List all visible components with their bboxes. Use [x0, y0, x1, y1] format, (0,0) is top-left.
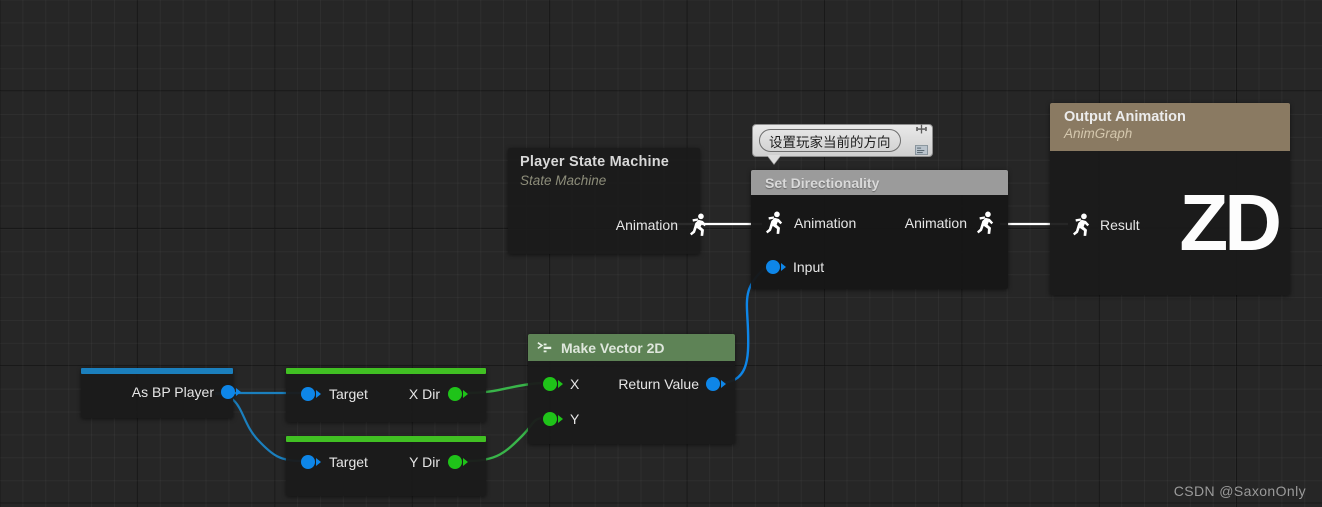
- node-accent-bar: [286, 368, 486, 374]
- pin-arrow-icon: [236, 388, 241, 396]
- pin-label: Target: [329, 454, 368, 470]
- node-subtitle: AnimGraph: [1064, 126, 1133, 142]
- input-pin-target[interactable]: Target: [301, 386, 368, 402]
- node-output-animation[interactable]: Output Animation AnimGraph Result ZD: [1050, 103, 1290, 295]
- pin-label: Target: [329, 386, 368, 402]
- input-pin-input[interactable]: Input: [766, 259, 824, 275]
- node-title: Player State Machine: [520, 154, 670, 170]
- input-pin-x[interactable]: X: [543, 376, 579, 392]
- pin-label: Input: [793, 259, 825, 275]
- output-pin-x-dir[interactable]: X Dir: [409, 386, 468, 402]
- node-title-bar: Set Directionality: [751, 170, 1008, 195]
- watermark: CSDN @SaxonOnly: [1173, 483, 1306, 499]
- note-icon[interactable]: [915, 142, 928, 160]
- pushpin-icon[interactable]: [915, 122, 928, 140]
- pin-arrow-icon: [316, 458, 321, 466]
- zd-logo: ZD: [1179, 178, 1282, 267]
- pin-arrow-icon: [721, 380, 726, 388]
- comment-bubble-pill[interactable]: 设置玩家当前的方向: [759, 129, 901, 152]
- comment-bubble-tail: [767, 155, 781, 164]
- data-pin-icon[interactable]: [706, 377, 720, 391]
- output-pin-animation[interactable]: Animation: [905, 210, 999, 236]
- node-make-vector-2d[interactable]: Make Vector 2D X Y Return Value: [528, 334, 735, 444]
- pin-arrow-icon: [558, 380, 563, 388]
- output-pin-y-dir[interactable]: Y Dir: [409, 454, 468, 470]
- pin-label: X: [570, 376, 580, 392]
- pin-label: Animation: [794, 215, 857, 231]
- node-accent-bar: [81, 368, 233, 374]
- pin-label: Animation: [615, 217, 678, 233]
- output-pin-as-bp-player[interactable]: As BP Player: [132, 384, 241, 400]
- pin-arrow-icon: [316, 390, 321, 398]
- input-pin-animation[interactable]: Animation: [762, 210, 856, 236]
- pin-arrow-icon: [463, 390, 468, 398]
- comment-bubble[interactable]: 设置玩家当前的方向: [752, 122, 933, 164]
- data-pin-icon[interactable]: [543, 377, 557, 391]
- input-pin-result[interactable]: Result: [1069, 212, 1140, 238]
- node-as-bp-player[interactable]: As BP Player: [81, 368, 241, 418]
- pin-label: As BP Player: [131, 384, 214, 400]
- node-set-directionality[interactable]: Set Directionality Animation Animation I…: [751, 170, 1008, 289]
- data-pin-icon[interactable]: [543, 412, 557, 426]
- pose-pin-icon: [973, 210, 999, 236]
- data-pin-icon[interactable]: [766, 260, 780, 274]
- pin-arrow-icon: [558, 415, 563, 423]
- node-title: Output Animation: [1064, 109, 1186, 125]
- node-player-state-machine[interactable]: Player State Machine State Machine Anima…: [508, 148, 707, 254]
- pin-label: Return Value: [618, 376, 699, 392]
- output-pin-animation[interactable]: Animation: [616, 212, 712, 238]
- node-subtitle: State Machine: [520, 172, 607, 188]
- pin-arrow-icon: [463, 458, 468, 466]
- node-x-dir-getter[interactable]: Target X Dir: [286, 368, 486, 422]
- comment-bubble-text: 设置玩家当前的方向: [769, 134, 891, 151]
- input-pin-y[interactable]: Y: [543, 411, 579, 427]
- node-title: Set Directionality: [765, 174, 880, 191]
- data-pin-icon[interactable]: [448, 387, 462, 401]
- output-pin-return-value[interactable]: Return Value: [618, 376, 726, 392]
- node-title-bar: Output Animation AnimGraph: [1050, 103, 1290, 151]
- pose-pin-icon: [1069, 212, 1095, 238]
- blueprint-graph-canvas[interactable]: Player State Machine State Machine Anima…: [0, 0, 1322, 507]
- node-y-dir-getter[interactable]: Target Y Dir: [286, 436, 486, 496]
- node-title-bar: Make Vector 2D: [528, 334, 735, 361]
- data-pin-icon[interactable]: [301, 387, 315, 401]
- make-struct-icon: [537, 341, 553, 355]
- data-pin-icon[interactable]: [221, 385, 235, 399]
- comment-bubble-icons[interactable]: [915, 122, 928, 160]
- pose-pin-icon: [762, 210, 788, 236]
- node-accent-bar: [286, 436, 486, 442]
- pin-label: Animation: [904, 215, 967, 231]
- node-title: Make Vector 2D: [561, 339, 665, 356]
- input-pin-target[interactable]: Target: [301, 454, 368, 470]
- data-pin-icon[interactable]: [301, 455, 315, 469]
- pin-label: X Dir: [408, 386, 440, 402]
- pin-label: Result: [1100, 217, 1140, 233]
- pose-pin-icon: [686, 212, 712, 238]
- pin-label: Y: [570, 411, 580, 427]
- data-pin-icon[interactable]: [448, 455, 462, 469]
- pin-label: Y Dir: [409, 454, 440, 470]
- pin-arrow-icon: [781, 263, 786, 271]
